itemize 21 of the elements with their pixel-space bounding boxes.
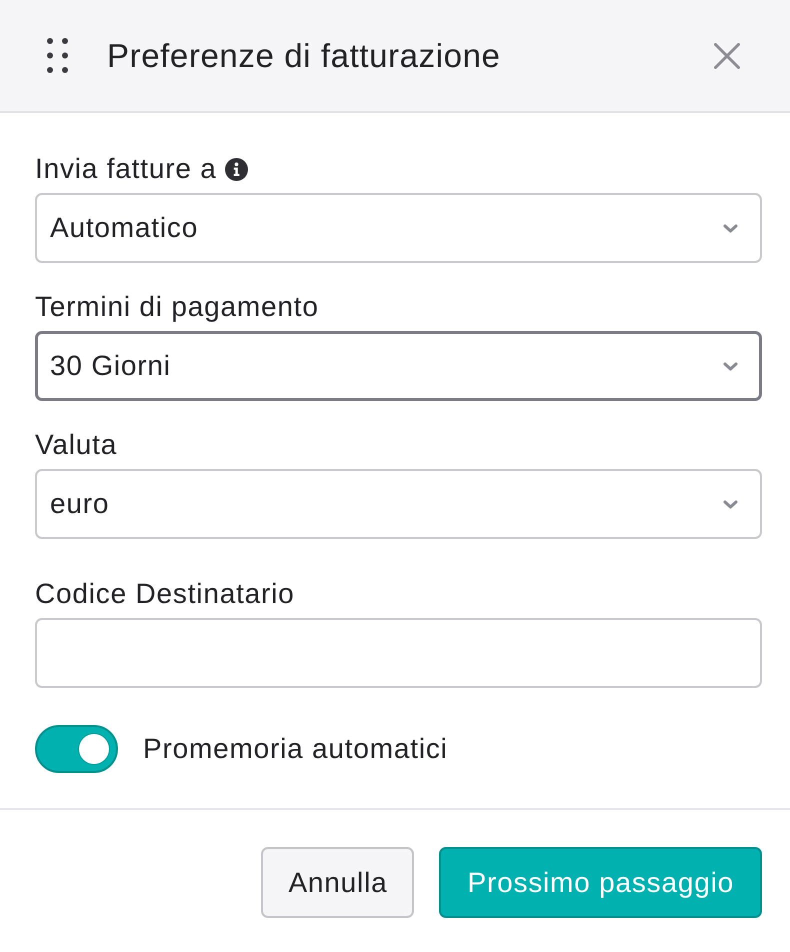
field-label: Valuta bbox=[35, 429, 118, 461]
field-label: Termini di pagamento bbox=[35, 291, 319, 323]
close-icon bbox=[714, 42, 740, 68]
field-label: Invia fatture a bbox=[35, 153, 217, 185]
chevron-down-icon bbox=[723, 362, 738, 370]
select-field[interactable]: 30 Giorni bbox=[35, 331, 762, 401]
chevron-down-icon bbox=[723, 224, 738, 232]
field-label: Codice Destinatario bbox=[35, 578, 295, 610]
cancel-button[interactable]: Annulla bbox=[261, 847, 414, 918]
toggle-switch[interactable] bbox=[35, 725, 118, 773]
chevron-down-icon bbox=[723, 500, 738, 508]
dialog-title: Preferenze di fatturazione bbox=[107, 36, 502, 74]
select-field[interactable]: euro bbox=[35, 469, 762, 539]
drag-handle-icon[interactable] bbox=[47, 38, 68, 73]
select-value: 30 Giorni bbox=[50, 350, 172, 382]
info-icon[interactable] bbox=[224, 158, 248, 180]
toggle-label: Promemoria automatici bbox=[143, 733, 448, 765]
select-value: euro bbox=[50, 488, 110, 520]
select-value: Automatico bbox=[50, 212, 200, 244]
input-field[interactable] bbox=[35, 618, 762, 688]
select-field[interactable]: Automatico bbox=[35, 193, 762, 263]
